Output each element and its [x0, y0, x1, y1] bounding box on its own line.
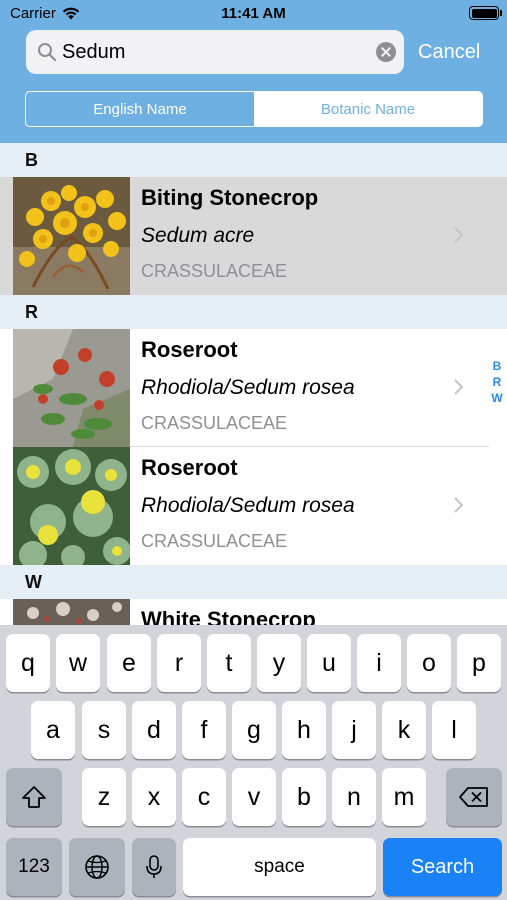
key-c[interactable]: c [182, 768, 226, 826]
key-o[interactable]: o [407, 634, 451, 692]
index-letter[interactable]: R [493, 374, 502, 390]
key-v[interactable]: v [232, 768, 276, 826]
index-letter[interactable]: W [491, 390, 502, 406]
battery-icon [469, 6, 502, 20]
key-p[interactable]: p [457, 634, 501, 692]
backspace-key[interactable] [446, 768, 502, 826]
segment-botanic-name[interactable]: Botanic Name [254, 92, 482, 126]
globe-key[interactable] [69, 838, 125, 896]
key-g[interactable]: g [232, 701, 276, 759]
clear-icon[interactable] [376, 42, 396, 62]
plant-botanic-name: Sedum acre [141, 224, 255, 247]
segment-english-name[interactable]: English Name [26, 92, 254, 126]
plant-family: CRASSULACEAE [141, 413, 288, 433]
microphone-icon [146, 855, 162, 878]
plant-family: CRASSULACEAE [141, 261, 288, 281]
key-e[interactable]: e [107, 634, 151, 692]
chevron-right-icon [454, 497, 464, 513]
section-header-r: R [0, 295, 507, 329]
key-r[interactable]: r [157, 634, 201, 692]
dictation-key[interactable] [132, 838, 176, 896]
shift-icon [22, 786, 46, 808]
search-input[interactable]: Sedum [62, 41, 125, 64]
key-a[interactable]: a [31, 701, 75, 759]
plant-botanic-name: Rhodiola/Sedum rosea [141, 376, 355, 399]
plant-english-name: Roseroot [141, 337, 238, 362]
key-z[interactable]: z [82, 768, 126, 826]
keyboard: q w e r t y u i o p a s d f g h j k l z … [0, 625, 507, 900]
key-j[interactable]: j [332, 701, 376, 759]
delete-icon [459, 787, 488, 807]
cancel-button[interactable]: Cancel [418, 41, 480, 64]
results-list[interactable]: B Biting Stonecrop Sedum acre CRASSULACE… [0, 143, 507, 625]
plant-english-name: Roseroot [141, 455, 238, 480]
search-key[interactable]: Search [383, 838, 502, 896]
key-d[interactable]: d [132, 701, 176, 759]
status-time: 11:41 AM [221, 5, 286, 22]
list-item-roseroot-1[interactable]: Roseroot Rhodiola/Sedum rosea CRASSULACE… [0, 329, 507, 447]
search-field[interactable]: Sedum [26, 30, 404, 74]
header: Carrier 11:41 AM Sedum Cancel English Na… [0, 0, 507, 143]
plant-thumbnail-biting-stonecrop [13, 177, 130, 295]
key-h[interactable]: h [282, 701, 326, 759]
key-y[interactable]: y [257, 634, 301, 692]
plant-thumbnail-white-stonecrop [13, 599, 130, 625]
chevron-right-icon [454, 227, 464, 243]
index-letter[interactable]: B [493, 358, 502, 374]
search-icon [38, 43, 57, 62]
section-header-b: B [0, 143, 507, 177]
key-s[interactable]: s [82, 701, 126, 759]
shift-key[interactable] [6, 768, 62, 826]
plant-thumbnail-roseroot-1 [13, 329, 130, 447]
status-bar: Carrier 11:41 AM [0, 0, 507, 28]
chevron-right-icon [454, 379, 464, 395]
plant-thumbnail-roseroot-2 [13, 447, 130, 565]
section-index[interactable]: B R W [487, 358, 507, 406]
space-key[interactable]: space [183, 838, 376, 896]
list-item-white-stonecrop[interactable]: White Stonecrop [0, 599, 507, 625]
key-x[interactable]: x [132, 768, 176, 826]
globe-icon [85, 855, 109, 879]
list-item-biting-stonecrop[interactable]: Biting Stonecrop Sedum acre CRASSULACEAE [0, 177, 507, 295]
key-n[interactable]: n [332, 768, 376, 826]
plant-english-name: White Stonecrop [141, 607, 316, 625]
key-i[interactable]: i [357, 634, 401, 692]
key-l[interactable]: l [432, 701, 476, 759]
name-type-segmented-control: English Name Botanic Name [25, 91, 483, 127]
key-w[interactable]: w [56, 634, 100, 692]
key-k[interactable]: k [382, 701, 426, 759]
key-f[interactable]: f [182, 701, 226, 759]
plant-family: CRASSULACEAE [141, 531, 288, 551]
plant-english-name: Biting Stonecrop [141, 185, 319, 210]
key-t[interactable]: t [207, 634, 251, 692]
key-m[interactable]: m [382, 768, 426, 826]
section-header-w: W [0, 565, 507, 599]
numbers-key[interactable]: 123 [6, 838, 62, 896]
key-u[interactable]: u [307, 634, 351, 692]
key-b[interactable]: b [282, 768, 326, 826]
list-item-roseroot-2[interactable]: Roseroot Rhodiola/Sedum rosea CRASSULACE… [0, 447, 507, 565]
plant-botanic-name: Rhodiola/Sedum rosea [141, 494, 355, 517]
key-q[interactable]: q [6, 634, 50, 692]
